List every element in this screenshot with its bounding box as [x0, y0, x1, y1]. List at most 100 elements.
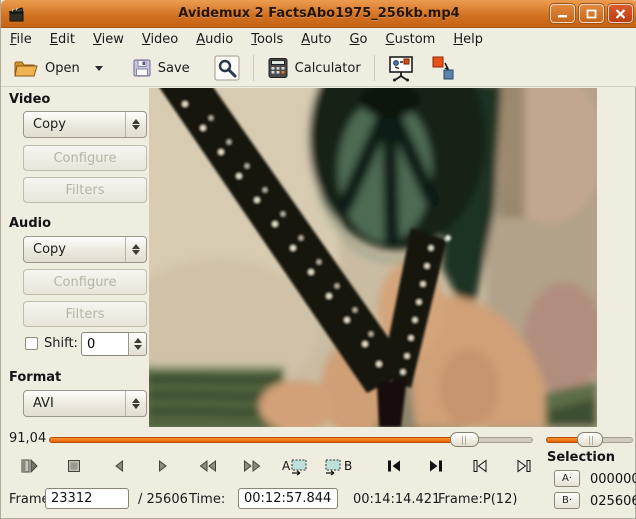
video-filters-button[interactable]: Filters [23, 177, 147, 203]
selection-heading: Selection [547, 450, 615, 465]
double-forward-icon [241, 457, 263, 475]
toolbar-separator [253, 55, 254, 81]
menu-video[interactable]: Video [133, 30, 187, 49]
transport-bar: A B [11, 453, 539, 479]
marker-b-icon: B [324, 456, 356, 476]
format-select[interactable]: AVI [23, 390, 147, 417]
menu-view[interactable]: View [84, 30, 133, 49]
format-value: AVI [24, 396, 125, 411]
set-marker-b-button[interactable]: B [321, 453, 359, 479]
seek-slider[interactable] [49, 432, 533, 447]
stop-button[interactable] [59, 453, 89, 479]
menu-bar: File Edit View Video Audio Tools Auto Go… [1, 28, 636, 50]
next-frame-button[interactable] [148, 453, 178, 479]
minimize-button[interactable] [550, 4, 575, 23]
menu-custom[interactable]: Custom [377, 30, 445, 49]
shift-checkbox[interactable] [25, 337, 38, 350]
magnifier-document-icon [214, 55, 240, 81]
rewind-button[interactable] [193, 453, 223, 479]
open-button[interactable]: Open [9, 54, 84, 82]
save-label: Save [158, 61, 190, 76]
stop-icon [65, 457, 83, 475]
frame-total: / 25606 [138, 492, 188, 507]
toolbar-separator [374, 55, 375, 81]
duration-label: 00:14:14.421 [353, 492, 440, 507]
maximize-icon [586, 9, 597, 19]
calculator-icon [267, 57, 289, 79]
window-title: Avidemux 2 FactsAbo1975_256kb.mp4 [1, 6, 636, 21]
spin-arrows[interactable] [128, 332, 147, 356]
selection-a-value: 000000 [590, 472, 632, 487]
open-recent-dropdown[interactable] [90, 62, 108, 75]
double-back-icon [197, 457, 219, 475]
goto-end-icon [427, 457, 445, 475]
open-folder-icon [13, 57, 39, 79]
close-button[interactable] [608, 4, 633, 23]
frame-back-icon [112, 457, 126, 475]
menu-go[interactable]: Go [340, 30, 376, 49]
resize-button[interactable] [427, 52, 460, 85]
resize-squares-icon [431, 55, 456, 82]
close-icon [615, 9, 626, 19]
format-section-heading: Format [9, 370, 61, 385]
selection-a-button[interactable]: A· [554, 470, 580, 487]
title-bar: Avidemux 2 FactsAbo1975_256kb.mp4 [1, 0, 636, 28]
audio-codec-select[interactable]: Copy [23, 236, 147, 263]
next-keyframe-button[interactable] [509, 453, 539, 479]
marker-a-letter: A [282, 459, 291, 473]
open-label: Open [45, 61, 80, 76]
maximize-button[interactable] [579, 4, 604, 23]
video-codec-select[interactable]: Copy [23, 111, 147, 138]
next-keyframe-icon [515, 457, 533, 475]
video-preview [149, 88, 597, 427]
goto-start-icon [385, 457, 403, 475]
projector-screen-icon [388, 55, 415, 82]
marker-b-letter: B [344, 459, 352, 473]
selection-b-button[interactable]: B· [554, 492, 580, 509]
audio-section-heading: Audio [9, 216, 51, 231]
frame-forward-icon [156, 457, 170, 475]
menu-audio[interactable]: Audio [187, 30, 242, 49]
play-button[interactable] [15, 453, 45, 479]
preview-mode-button[interactable] [384, 52, 419, 85]
seek-fill [49, 437, 465, 443]
shift-spinbox [81, 332, 147, 356]
audio-configure-button[interactable]: Configure [23, 269, 147, 295]
time-input[interactable] [238, 488, 338, 509]
first-frame-button[interactable] [379, 453, 409, 479]
play-icon [20, 457, 40, 475]
fast-forward-button[interactable] [237, 453, 267, 479]
last-frame-button[interactable] [421, 453, 451, 479]
selection-b-value: 025606 [590, 494, 632, 509]
set-marker-a-button[interactable]: A [277, 453, 313, 479]
time-label: Time: [189, 492, 225, 507]
prev-keyframe-icon [471, 457, 489, 475]
volume-slider[interactable] [546, 432, 633, 447]
calculator-label: Calculator [295, 61, 361, 76]
project-script-button[interactable] [210, 52, 244, 84]
video-configure-button[interactable]: Configure [23, 145, 147, 171]
shift-value-input[interactable] [81, 332, 128, 356]
audio-filters-button[interactable]: Filters [23, 301, 147, 327]
previous-frame-button[interactable] [104, 453, 134, 479]
chevron-down-icon [94, 65, 104, 72]
previous-keyframe-button[interactable] [465, 453, 495, 479]
audio-codec-value: Copy [24, 242, 125, 257]
frame-input[interactable] [45, 488, 129, 509]
calculator-button[interactable]: Calculator [263, 54, 365, 82]
menu-tools[interactable]: Tools [242, 30, 292, 49]
seek-handle[interactable] [450, 432, 479, 447]
save-button[interactable]: Save [128, 55, 194, 81]
frame-type-label: Frame:P(12) [438, 492, 517, 507]
save-floppy-icon [132, 58, 152, 78]
menu-auto[interactable]: Auto [292, 30, 340, 49]
combo-arrows-icon [125, 237, 146, 262]
toolbar: Open Save [1, 50, 636, 87]
volume-handle[interactable] [577, 432, 603, 447]
video-section-heading: Video [9, 92, 50, 107]
avidemux-window: Avidemux 2 FactsAbo1975_256kb.mp4 File E… [0, 0, 636, 519]
menu-edit[interactable]: Edit [41, 30, 84, 49]
menu-file[interactable]: File [1, 30, 41, 49]
shift-label: Shift: [44, 336, 78, 351]
menu-help[interactable]: Help [444, 30, 492, 49]
